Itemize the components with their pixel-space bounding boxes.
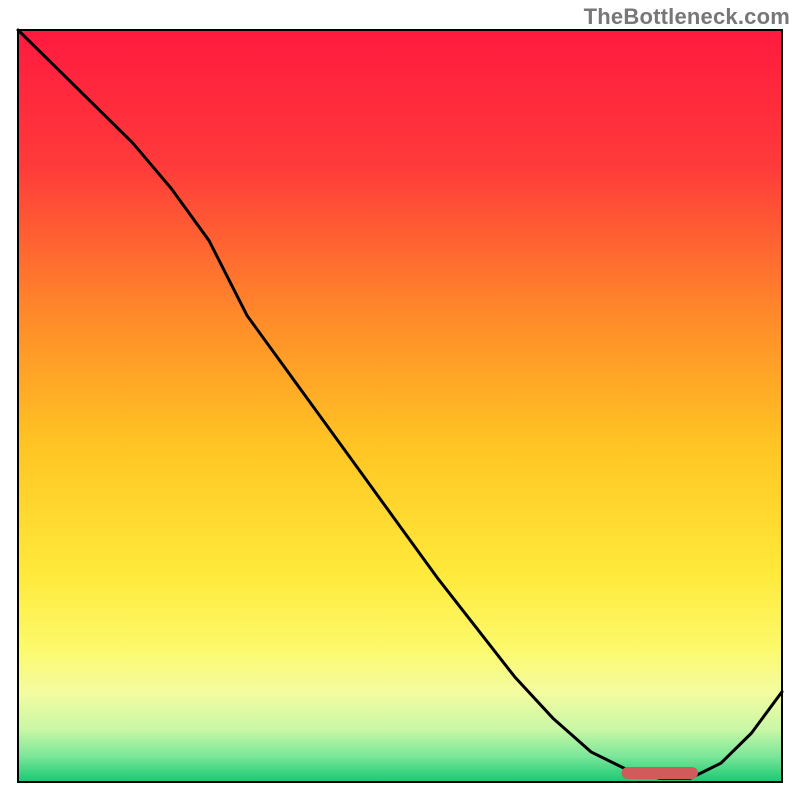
optimal-range-marker [622,767,698,779]
bottleneck-chart [0,0,800,800]
